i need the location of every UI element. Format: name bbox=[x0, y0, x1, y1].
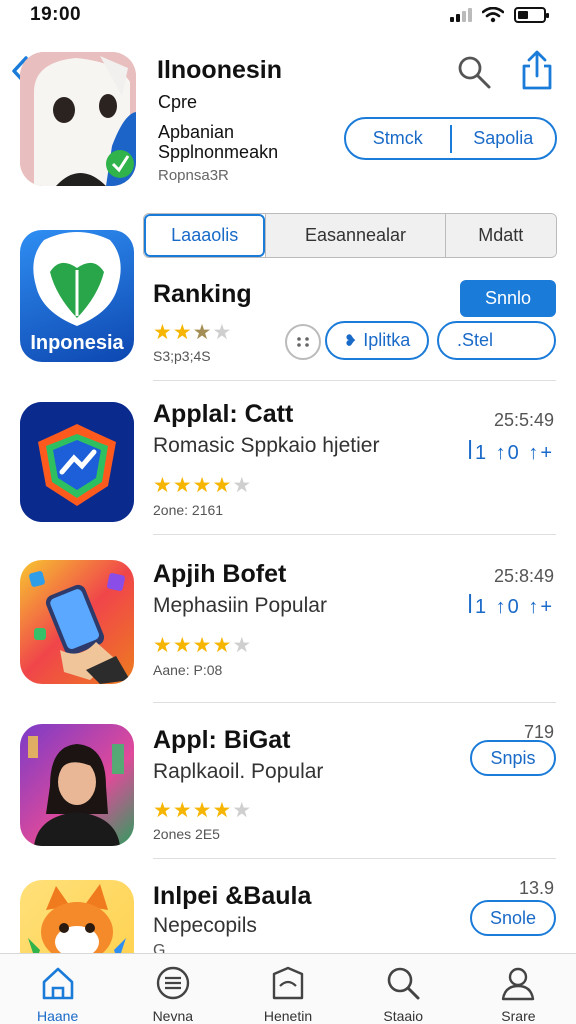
app-1-subtitle: Romasic Sppkaio hjetier bbox=[153, 434, 380, 457]
app-1-icon bbox=[20, 402, 134, 522]
app-2-time: 25:8:49 bbox=[493, 566, 554, 586]
app-2-subtitle: Mephasiin Popular bbox=[153, 594, 327, 617]
fox-mascot-icon bbox=[28, 884, 126, 953]
header-segmented-control: Stmck Sapolia bbox=[344, 117, 557, 160]
header-segment-right[interactable]: Sapolia bbox=[452, 128, 556, 149]
status-time: 19:00 bbox=[30, 4, 82, 25]
app-2-meta: Aane: P:08 bbox=[153, 662, 223, 678]
tab-bar-news-label: Nevna bbox=[152, 1008, 194, 1024]
app-category: Spplnonmeakn bbox=[158, 142, 279, 162]
more-options-button[interactable] bbox=[285, 324, 321, 360]
row-separator bbox=[153, 702, 556, 703]
featured-app-icon-label: Inponesia bbox=[30, 332, 124, 354]
tab-bar-search[interactable]: Staaio bbox=[346, 954, 461, 1024]
inbox-icon bbox=[272, 966, 304, 1000]
app-2-title: Apjih Bofet bbox=[153, 560, 287, 588]
row-separator bbox=[153, 380, 556, 381]
app-1-rating-stars: ★★★★★ bbox=[153, 474, 253, 497]
home-icon bbox=[42, 967, 73, 1000]
app-3-get-button[interactable]: Snpis bbox=[470, 740, 556, 776]
app-row-4[interactable]: Inlpei &Baula Nepecopils G 13.9 Snole bbox=[0, 878, 576, 953]
featured-chip-1-label: Iplitka bbox=[363, 330, 411, 350]
header-segment-left[interactable]: Stmck bbox=[346, 128, 450, 149]
mascot-icon bbox=[20, 52, 136, 186]
app-4-get-button[interactable]: Snole bbox=[470, 900, 556, 936]
app-2-actions[interactable]: ꟾ1 ↑0 ↑+ bbox=[467, 594, 554, 619]
cellular-signal-icon bbox=[450, 8, 472, 22]
featured-chip-2[interactable]: .Stel bbox=[437, 321, 556, 360]
app-developer: Apbanian bbox=[158, 122, 235, 142]
app-1-title: Applal: Catt bbox=[153, 400, 294, 428]
shield-icon bbox=[20, 402, 134, 522]
app-4-title: Inlpei &Baula bbox=[153, 882, 312, 910]
app-row-2[interactable]: Apjih Bofet Mephasiin Popular ★★★★★ Aane… bbox=[0, 558, 576, 703]
phone-hand-icon bbox=[29, 571, 130, 684]
bottom-tab-bar: Haane Nevna Henetin Staaio Srare bbox=[0, 953, 576, 1024]
featured-rating-stars: ★★★★ bbox=[153, 321, 233, 344]
tab-bar-home-label: Haane bbox=[36, 1008, 79, 1024]
app-4-icon bbox=[20, 880, 134, 953]
app-1-meta: 2one: 2161 bbox=[153, 502, 224, 518]
wifi-icon bbox=[482, 7, 504, 23]
app-3-title: Appl: BiGat bbox=[153, 726, 291, 754]
featured-meta: S3;p3;4S bbox=[153, 348, 211, 364]
app-title: Ilnoonesin bbox=[157, 56, 282, 84]
search-icon bbox=[387, 967, 420, 1000]
tab-bar-inbox-label: Henetin bbox=[263, 1008, 313, 1024]
search-icon[interactable] bbox=[456, 54, 492, 90]
app-icon bbox=[20, 52, 136, 186]
featured-get-button[interactable]: Snnlo bbox=[460, 280, 556, 317]
status-bar: 19:00 bbox=[0, 0, 576, 30]
featured-title: Ranking bbox=[153, 280, 252, 308]
app-1-actions[interactable]: ꟾ1 ↑0 ↑+ bbox=[467, 440, 554, 465]
app-subtitle: Cpre bbox=[158, 92, 198, 112]
app-3-meta: 2ones 2E5 bbox=[153, 826, 220, 842]
list-icon bbox=[156, 966, 189, 1000]
app-row-1[interactable]: Applal: Catt Romasic Sppkaio hjetier ★★★… bbox=[0, 398, 576, 535]
tab-bar-profile-label: Srare bbox=[501, 1008, 536, 1024]
app-1-time: 25:5:49 bbox=[493, 410, 554, 430]
portrait-icon bbox=[28, 736, 124, 846]
status-icons bbox=[450, 7, 549, 23]
featured-row[interactable]: Inponesia Ranking ★★★★ S3;p3;4S Snnlo ❥ … bbox=[0, 230, 576, 381]
app-2-icon bbox=[20, 560, 134, 684]
app-2-rating-stars: ★★★★★ bbox=[153, 634, 253, 657]
tab-bar-news[interactable]: Nevna bbox=[115, 954, 230, 1024]
tab-bar-search-label: Staaio bbox=[383, 1008, 424, 1024]
tab-bar-inbox[interactable]: Henetin bbox=[230, 954, 345, 1024]
row-separator bbox=[153, 534, 556, 535]
tab-bar-profile[interactable]: Srare bbox=[461, 954, 576, 1024]
app-row-3[interactable]: Appl: BiGat Raplkaoil. Popular ★★★★★ 2on… bbox=[0, 722, 576, 859]
app-4-count: 13.9 bbox=[518, 878, 554, 898]
featured-app-icon: Inponesia bbox=[20, 230, 134, 362]
app-4-subtitle: Nepecopils bbox=[153, 914, 257, 937]
app-3-icon bbox=[20, 724, 134, 846]
featured-chip-1[interactable]: ❥ Iplitka bbox=[325, 321, 429, 360]
app-4-meta: G bbox=[153, 942, 166, 953]
battery-icon bbox=[514, 7, 549, 23]
pin-icon: ❥ bbox=[343, 332, 358, 350]
profile-icon bbox=[502, 967, 535, 1001]
app-3-rating-stars: ★★★★★ bbox=[153, 799, 253, 822]
share-icon[interactable] bbox=[520, 50, 554, 90]
app-3-subtitle: Raplkaoil. Popular bbox=[153, 760, 324, 783]
dots-grid-icon bbox=[297, 337, 309, 347]
row-separator bbox=[153, 858, 556, 859]
app-info: Ropnsa3R bbox=[158, 167, 229, 184]
tab-bar-home[interactable]: Haane bbox=[0, 954, 115, 1024]
